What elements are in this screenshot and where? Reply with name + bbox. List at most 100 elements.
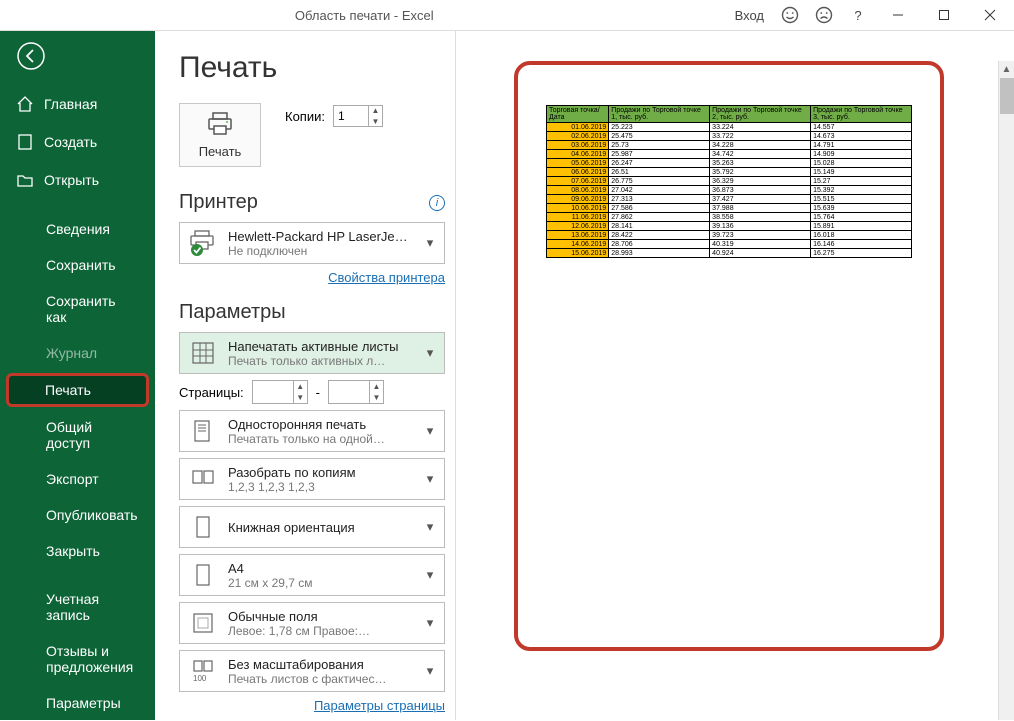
- chevron-down-icon: ▾: [422, 471, 438, 487]
- pages-sep: -: [316, 385, 320, 400]
- sidebar-label: Открыть: [44, 172, 99, 188]
- sidebar-label: Опубликовать: [46, 507, 138, 523]
- chevron-down-icon: ▾: [422, 423, 438, 439]
- close-button[interactable]: [970, 0, 1010, 30]
- sidebar-item-share[interactable]: Общий доступ: [0, 409, 155, 461]
- sidebar-label: Главная: [44, 96, 97, 112]
- sidebar-label: Закрыть: [46, 543, 100, 559]
- open-icon: [16, 171, 34, 189]
- login-link[interactable]: Вход: [729, 8, 770, 23]
- copies-label: Копии:: [285, 109, 325, 124]
- minimize-button[interactable]: [878, 0, 918, 30]
- chevron-down-icon: ▾: [422, 235, 438, 251]
- sidebar-item-print[interactable]: Печать: [6, 373, 149, 407]
- smile-icon[interactable]: [776, 0, 804, 30]
- print-settings-panel: Печать Печать Копии: ▲▼ Принтерi Hewlett: [155, 31, 455, 720]
- home-icon: [16, 95, 34, 113]
- printer-icon: [205, 111, 235, 140]
- sidebar-item-account[interactable]: Учетная запись: [0, 581, 155, 633]
- sidebar-label: Учетная запись: [46, 591, 139, 623]
- sidebar-label: Отзывы и: [46, 643, 109, 659]
- sidebar-label: Сохранить: [46, 257, 116, 273]
- print-preview: Торговая точка/ ДатаПродажи по Торговой …: [464, 31, 1014, 720]
- printer-name: Hewlett-Packard HP LaserJe…: [228, 229, 414, 244]
- scroll-thumb[interactable]: [1000, 78, 1014, 114]
- sidebar-item-history: Журнал: [0, 335, 155, 371]
- collate-dropdown[interactable]: Разобрать по копиям1,2,3 1,2,3 1,2,3 ▾: [179, 458, 445, 500]
- page-from-input[interactable]: ▲▼: [252, 380, 308, 404]
- scroll-up[interactable]: ▲: [999, 61, 1014, 77]
- print-button[interactable]: Печать: [179, 103, 261, 167]
- page-title: Печать: [179, 51, 445, 85]
- sidebar-item-options[interactable]: Параметры: [0, 685, 155, 721]
- print-row: Печать Копии: ▲▼: [179, 103, 445, 167]
- sidebar-item-open[interactable]: Открыть: [0, 161, 155, 199]
- titlebar-controls: Вход ?: [729, 0, 1014, 30]
- chevron-down-icon: ▾: [422, 663, 438, 679]
- printer-status-icon: [186, 226, 220, 260]
- sidebar-label: предложения: [46, 659, 133, 675]
- info-icon[interactable]: i: [429, 195, 445, 211]
- sidebar-item-save[interactable]: Сохранить: [0, 247, 155, 283]
- back-button[interactable]: [14, 41, 48, 71]
- chevron-down-icon: ▾: [422, 567, 438, 583]
- sidebar-item-export[interactable]: Экспорт: [0, 461, 155, 497]
- scaling-dropdown[interactable]: 100 Без масштабированияПечать листов с ф…: [179, 650, 445, 692]
- printer-properties-link[interactable]: Свойства принтера: [328, 270, 445, 285]
- sidebar-label: Журнал: [46, 345, 97, 361]
- window-title: Область печати - Excel: [0, 8, 729, 23]
- chevron-down-icon: ▾: [422, 615, 438, 631]
- preview-table: Торговая точка/ ДатаПродажи по Торговой …: [546, 105, 912, 258]
- sidebar-item-publish[interactable]: Опубликовать: [0, 497, 155, 533]
- copies-down[interactable]: ▼: [369, 116, 382, 127]
- copies-field[interactable]: [334, 109, 368, 123]
- main: Главная Создать Открыть Сведения Сохрани…: [0, 30, 1014, 720]
- sidebar-label: Создать: [44, 134, 97, 150]
- portrait-icon: [186, 510, 220, 544]
- sheets-icon: [186, 336, 220, 370]
- preview-page: Торговая точка/ ДатаПродажи по Торговой …: [514, 61, 944, 651]
- orientation-dropdown[interactable]: Книжная ориентация ▾: [179, 506, 445, 548]
- content: Печать Печать Копии: ▲▼ Принтерi Hewlett: [155, 31, 1014, 720]
- sidebar-item-saveas[interactable]: Сохранить как: [0, 283, 155, 335]
- print-button-label: Печать: [199, 144, 242, 159]
- page-to-input[interactable]: ▲▼: [328, 380, 384, 404]
- new-icon: [16, 133, 34, 151]
- margins-dropdown[interactable]: Обычные поляЛевое: 1,78 см Правое:… ▾: [179, 602, 445, 644]
- pages-row: Страницы: ▲▼ - ▲▼: [179, 380, 445, 404]
- frown-icon[interactable]: [810, 0, 838, 30]
- printer-status: Не подключен: [228, 244, 414, 258]
- copies-row: Копии: ▲▼: [285, 105, 383, 127]
- margins-icon: [186, 606, 220, 640]
- printer-heading: Принтерi: [179, 191, 445, 214]
- chevron-down-icon: ▾: [422, 345, 438, 361]
- copies-input[interactable]: ▲▼: [333, 105, 383, 127]
- sidebar-label: Параметры: [46, 695, 121, 711]
- vertical-scrollbar[interactable]: ▲: [998, 61, 1014, 720]
- oneside-icon: [186, 414, 220, 448]
- page-setup-link[interactable]: Параметры страницы: [314, 698, 445, 713]
- splitter[interactable]: [455, 31, 464, 720]
- paper-dropdown[interactable]: A421 см x 29,7 см ▾: [179, 554, 445, 596]
- sidebar-item-create[interactable]: Создать: [0, 123, 155, 161]
- paper-icon: [186, 558, 220, 592]
- sidebar-item-home[interactable]: Главная: [0, 85, 155, 123]
- printer-dropdown[interactable]: Hewlett-Packard HP LaserJe…Не подключен …: [179, 222, 445, 264]
- collate-icon: [186, 462, 220, 496]
- copies-up[interactable]: ▲: [369, 105, 382, 116]
- chevron-down-icon: ▾: [422, 519, 438, 535]
- sidebar-label: Сохранить как: [46, 293, 139, 325]
- sides-dropdown[interactable]: Односторонняя печатьПечатать только на о…: [179, 410, 445, 452]
- settings-heading: Параметры: [179, 301, 445, 324]
- sidebar-item-close[interactable]: Закрыть: [0, 533, 155, 569]
- backstage-sidebar: Главная Создать Открыть Сведения Сохрани…: [0, 31, 155, 720]
- scale-icon: 100: [186, 654, 220, 688]
- maximize-button[interactable]: [924, 0, 964, 30]
- sidebar-item-info[interactable]: Сведения: [0, 211, 155, 247]
- sidebar-label: Экспорт: [46, 471, 99, 487]
- svg-text:100: 100: [193, 674, 207, 683]
- sidebar-label: Сведения: [46, 221, 110, 237]
- print-what-dropdown[interactable]: Напечатать активные листыПечать только а…: [179, 332, 445, 374]
- sidebar-item-feedback[interactable]: Отзывы ипредложения: [0, 633, 155, 685]
- help-icon[interactable]: ?: [844, 0, 872, 30]
